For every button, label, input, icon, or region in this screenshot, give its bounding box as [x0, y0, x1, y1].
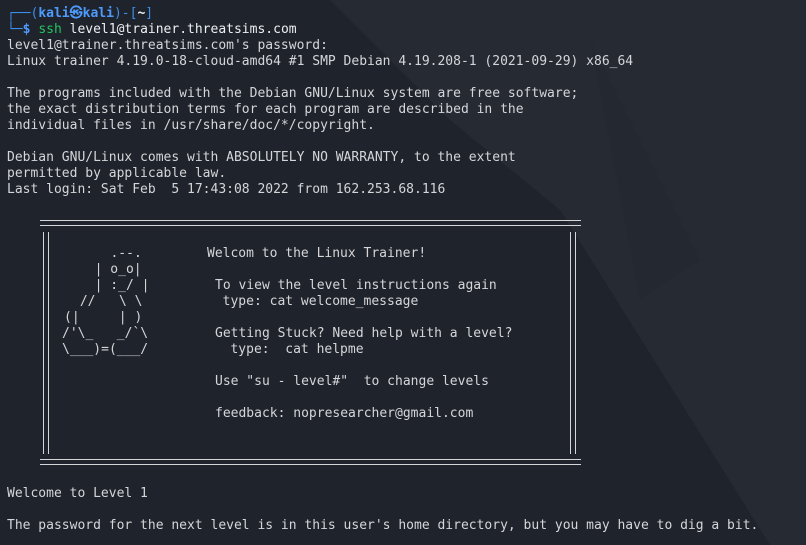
prompt-corner-bottom: └─ [7, 22, 23, 37]
banner-stuck: Getting Stuck? Need help with a level? [215, 326, 513, 341]
uname-line: Linux trainer 4.19.0-18-cloud-amd64 #1 S… [7, 54, 634, 69]
password-prompt: level1@trainer.threatsims.com's password… [7, 38, 328, 53]
level-welcome: Welcome to Level 1 [7, 486, 148, 501]
motd-line: individual files in /usr/share/doc/*/cop… [7, 118, 375, 133]
tux-art-line: /'\_ _/`\ [62, 326, 149, 341]
last-login-line: Last login: Sat Feb 5 17:43:08 2022 from… [7, 182, 446, 197]
terminal-window[interactable]: ┌──(kali㉿kali)-[~] └─$ ssh level1@traine… [0, 0, 806, 545]
banner-bottom-border [40, 459, 581, 465]
banner-feedback: feedback: nopresearcher@gmail.com [215, 406, 474, 421]
tux-art-line: // \ \ [72, 294, 143, 309]
tux-art-line: (| | ) [64, 310, 143, 325]
tux-art-line: .--. [87, 246, 142, 261]
prompt-host: kali [82, 6, 114, 21]
skull-icon: ㉿ [69, 6, 83, 21]
prompt-corner-top: ┌──( [7, 6, 39, 21]
banner-instructions-command: type: cat welcome_message [207, 294, 419, 309]
motd-line: The programs included with the Debian GN… [7, 86, 579, 101]
banner-top-border [40, 220, 581, 226]
banner-stuck-command: type: cat helpme [207, 342, 364, 357]
prompt-header: ┌──(kali㉿kali)-[~] [7, 6, 154, 21]
tux-art-line: | o_o| [79, 262, 142, 277]
prompt-user: kali [38, 6, 70, 21]
banner-right-border [570, 232, 576, 454]
command-args: level1@trainer.threatsims.com [61, 22, 297, 37]
banner-left-border [43, 232, 49, 454]
motd-line: permitted by applicable law. [7, 166, 227, 181]
level-hint: The password for the next level is in th… [7, 518, 759, 533]
motd-line: Debian GNU/Linux comes with ABSOLUTELY N… [7, 150, 516, 165]
banner-welcome: Welcom to the Linux Trainer! [207, 246, 427, 261]
prompt-symbol: $ [22, 22, 31, 37]
tux-art-line: \___)=(___/ [62, 342, 149, 357]
command-name: ssh [38, 22, 62, 37]
banner-su-hint: Use "su - level#" to change levels [215, 374, 489, 389]
motd-line: the exact distribution terms for each pr… [7, 102, 524, 117]
tux-art-line: | :_/ | [79, 278, 150, 293]
banner-instructions: To view the level instructions again [215, 278, 497, 293]
prompt-command-line: └─$ ssh level1@trainer.threatsims.com [7, 22, 297, 38]
